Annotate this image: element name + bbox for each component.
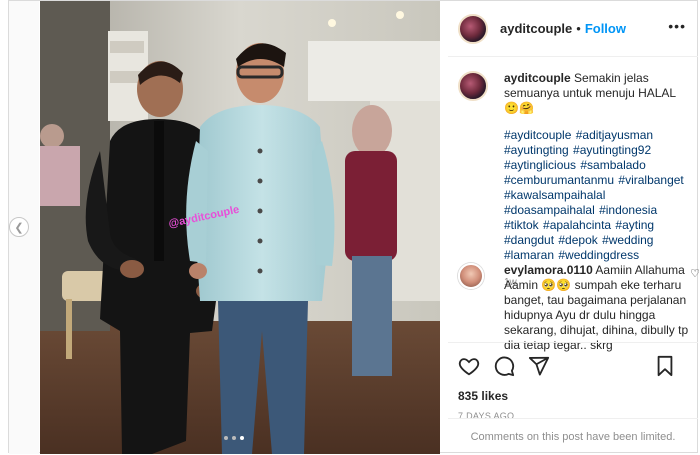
- comment-item: evylamora.0110 Aamiin Allahuma Aamin 🥺🥺 …: [458, 263, 700, 353]
- caption-body: ayditcouple Semakin jelas semuanya untuk…: [504, 71, 690, 290]
- comment-avatar[interactable]: [458, 263, 484, 289]
- comment-username[interactable]: evylamora.0110: [504, 263, 593, 277]
- username-link[interactable]: ayditcouple: [500, 21, 572, 36]
- post-side-panel: ayditcouple • Follow ••• ayditcouple Sem…: [448, 1, 700, 454]
- left-gutter: ❮: [9, 1, 39, 454]
- avatar[interactable]: [458, 13, 488, 44]
- comment-icon[interactable]: [493, 355, 515, 377]
- comments-limited-notice: Comments on this post have been limited.: [448, 418, 698, 454]
- more-options-icon[interactable]: •••: [668, 18, 686, 34]
- heart-icon[interactable]: [458, 355, 480, 377]
- caption-username[interactable]: ayditcouple: [504, 71, 571, 85]
- caption: ayditcouple Semakin jelas semuanya untuk…: [458, 71, 690, 290]
- comment-like-icon[interactable]: ♡: [690, 267, 700, 280]
- post-photo[interactable]: @ayditcouple: [40, 1, 440, 454]
- likes-count[interactable]: 835 likes: [458, 389, 688, 403]
- bookmark-icon[interactable]: [655, 355, 675, 377]
- comment-body: evylamora.0110 Aamiin Allahuma Aamin 🥺🥺 …: [504, 263, 690, 353]
- caption-hashtags[interactable]: #ayditcouple #aditjayusman #ayutingting …: [504, 128, 690, 263]
- follow-button[interactable]: Follow: [585, 21, 626, 36]
- chevron-left-icon[interactable]: ❮: [9, 217, 29, 237]
- post-header: ayditcouple • Follow •••: [448, 1, 698, 57]
- share-icon[interactable]: [528, 355, 550, 377]
- caption-avatar[interactable]: [458, 71, 488, 101]
- action-icons-row: [458, 353, 688, 379]
- photo-illustration: [40, 1, 440, 454]
- post-frame: ❮ @ayditcouple ayditcouple • Follow ••• …: [8, 0, 700, 454]
- separator-dot: •: [576, 21, 581, 36]
